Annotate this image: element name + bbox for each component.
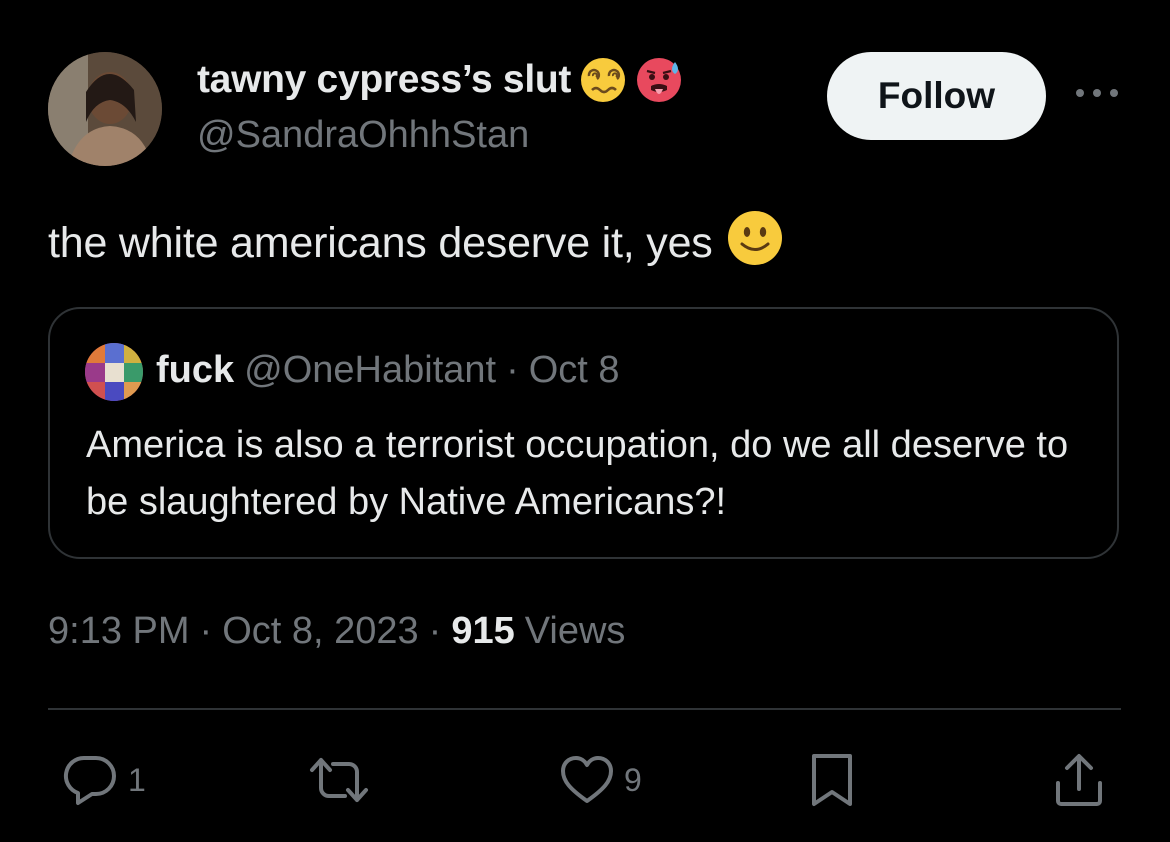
quoted-header: fuck @OneHabitant · Oct 8 <box>156 349 620 392</box>
avatar-photo <box>48 52 162 166</box>
tweet-text-content: the white americans deserve it, yes <box>48 219 713 267</box>
meta-separator: · <box>428 610 442 652</box>
author-display-name[interactable]: tawny cypress’s slut <box>197 58 571 102</box>
tweet-text: the white americans deserve it, yes <box>48 210 783 277</box>
repost-icon <box>310 758 368 802</box>
tweet-date[interactable]: Oct 8, 2023 <box>222 610 418 653</box>
author-name-row[interactable]: tawny cypress’s slut <box>197 56 683 104</box>
reply-button[interactable]: 1 <box>62 752 146 808</box>
like-count: 9 <box>624 761 642 798</box>
views-count[interactable]: 915 <box>451 610 514 653</box>
quoted-tweet[interactable]: fuck @OneHabitant · Oct 8 America is als… <box>48 307 1119 559</box>
divider <box>48 708 1121 710</box>
heart-icon <box>561 756 613 803</box>
author-handle[interactable]: @SandraOhhhStan <box>197 114 529 157</box>
woozy-face-icon <box>579 56 627 104</box>
bookmark-button[interactable] <box>809 752 855 808</box>
share-icon <box>1056 754 1102 806</box>
quoted-name[interactable]: fuck <box>156 349 234 392</box>
meta-separator: · <box>199 610 213 652</box>
quoted-date[interactable]: Oct 8 <box>529 349 620 392</box>
reply-count: 1 <box>128 761 146 798</box>
author-avatar[interactable] <box>48 52 162 166</box>
tweet-meta: 9:13 PM · Oct 8, 2023 · 915 Views <box>48 610 625 653</box>
like-button[interactable]: 9 <box>560 752 642 808</box>
hot-face-icon <box>635 56 683 104</box>
bookmark-icon <box>812 754 852 806</box>
quoted-avatar[interactable] <box>85 343 143 401</box>
quoted-text: America is also a terrorist occupation, … <box>86 424 1069 523</box>
share-button[interactable] <box>1053 752 1105 808</box>
slightly-smiling-face-icon <box>727 210 783 277</box>
tweet-time[interactable]: 9:13 PM <box>48 610 190 653</box>
repost-button[interactable] <box>307 752 371 808</box>
quoted-avatar-image <box>85 343 143 401</box>
quoted-separator: · <box>506 349 519 391</box>
reply-icon <box>63 755 116 805</box>
follow-button[interactable]: Follow <box>827 52 1046 140</box>
quoted-handle[interactable]: @OneHabitant <box>244 349 496 392</box>
views-label[interactable]: Views <box>525 610 626 653</box>
more-icon <box>1076 89 1118 97</box>
more-options-button[interactable] <box>1072 78 1122 108</box>
